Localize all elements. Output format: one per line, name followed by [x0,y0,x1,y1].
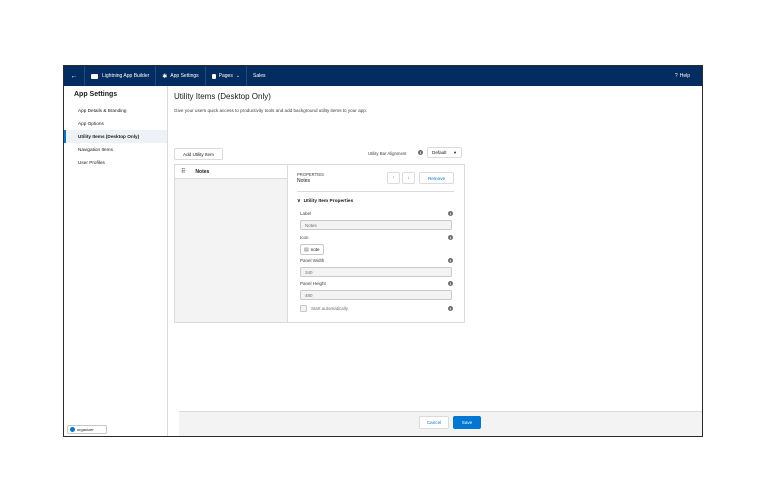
panel-width-label: Panel Width [300,258,325,263]
chevron-down-icon: ▼ [453,150,457,155]
page-description: Give your users quick access to producti… [174,108,368,113]
list-item-label: Notes [195,168,210,175]
drag-handle-icon[interactable]: ⠿ [181,168,185,175]
label-field-label: Label [300,211,312,216]
organizer-icon [70,427,75,432]
section-title: Utility Item Properties [303,198,354,204]
start-automatically-row: Start automatically [300,305,348,312]
utility-items-panel: ⠿ Notes PROPERTIES Notes ↑ ↓ Remove ∨ Ut… [174,164,465,323]
organizer-label: organizer [77,427,94,432]
panel-width-field[interactable]: 340 [300,267,452,277]
chevron-down-icon: ∨ [297,198,301,204]
chevron-down-icon: ⌄ [235,73,241,79]
properties-item-name: Notes [297,178,311,184]
info-icon[interactable]: i [448,281,453,286]
app-builder-window: ← Lightning App Builder ✱ App Settings P… [63,65,703,437]
back-arrow-icon: ← [70,72,78,80]
app-settings-button[interactable]: ✱ App Settings [156,66,206,86]
settings-sidebar: App Settings App Details & Branding App … [64,86,168,436]
icon-field-label: Icon [300,235,309,240]
utility-bar-alignment-label: Utility Bar Alignment [368,151,407,156]
alignment-value: Default [432,150,447,155]
sidebar-item-navigation-items[interactable]: Navigation Items [64,143,167,156]
app-builder-label: Lightning App Builder [102,73,150,79]
properties-caption: PROPERTIES [297,172,324,177]
help-button[interactable]: ? Help [669,66,696,86]
sidebar-item-app-options[interactable]: App Options [64,117,167,130]
icon-value: note [310,247,320,252]
info-icon[interactable]: i [448,235,453,240]
info-icon[interactable]: i [448,211,453,216]
app-settings-label: App Settings [170,73,199,79]
page-icon [211,73,216,79]
move-up-button[interactable]: ↑ [387,172,400,184]
organizer-button[interactable]: organizer [67,425,107,434]
start-automatically-checkbox[interactable] [300,305,307,312]
save-button[interactable]: Save [453,416,481,429]
back-button[interactable]: ← [64,66,85,86]
note-icon: ▤ [304,246,309,253]
divider [297,191,454,192]
utility-item-properties-section[interactable]: ∨ Utility Item Properties [297,198,353,204]
move-down-button[interactable]: ↓ [402,172,415,184]
add-utility-item-button[interactable]: Add Utility Item [174,148,223,160]
panel-height-label: Panel Height [300,281,326,286]
sidebar-item-app-details[interactable]: App Details & Branding [64,104,167,117]
utility-bar-alignment-select[interactable]: Default ▼ [427,147,462,158]
remove-button[interactable]: Remove [419,172,454,184]
app-name: Sales [247,66,272,86]
pages-dropdown[interactable]: Pages ⌄ [206,66,248,86]
gear-icon: ✱ [162,73,168,80]
app-builder-title: Lightning App Builder [85,66,157,86]
main-content: Utility Items (Desktop Only) Give your u… [168,86,702,436]
pages-label: Pages [218,73,233,79]
help-label: Help [679,73,690,79]
list-item[interactable]: ⠿ Notes [175,165,287,179]
properties-panel: PROPERTIES Notes ↑ ↓ Remove ∨ Utility It… [288,165,464,322]
footer-bar: Cancel Save [179,411,702,436]
start-automatically-label: Start automatically [311,306,349,311]
page-title: Utility Items (Desktop Only) [174,92,271,101]
top-navigation-bar: ← Lightning App Builder ✱ App Settings P… [64,66,702,86]
info-icon[interactable]: i [418,150,423,155]
cancel-button[interactable]: Cancel [419,416,449,429]
label-field[interactable]: Notes [300,220,452,230]
info-icon[interactable]: i [448,258,453,263]
app-name-label: Sales [253,73,266,79]
question-icon: ? [674,73,678,79]
panel-height-field[interactable]: 480 [300,290,452,300]
info-icon[interactable]: i [448,306,453,311]
lightning-builder-icon [91,73,98,79]
sidebar-item-utility-items[interactable]: Utility Items (Desktop Only) [64,130,167,143]
sidebar-item-user-profiles[interactable]: User Profiles [64,156,167,169]
sidebar-title: App Settings [74,91,118,98]
utility-items-list: ⠿ Notes [175,165,288,322]
arrow-up-icon: ↑ [392,175,395,181]
icon-picker[interactable]: ▤ note [300,244,324,255]
arrow-down-icon: ↓ [407,175,410,181]
